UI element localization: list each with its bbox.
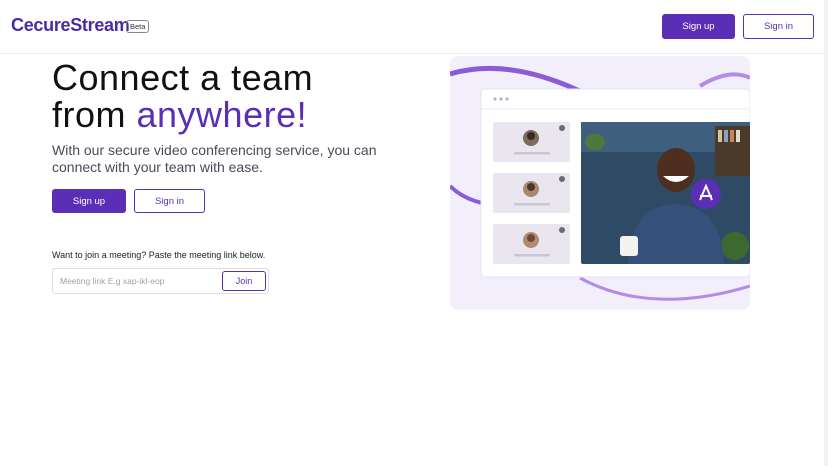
join-button[interactable]: Join <box>222 271 266 291</box>
hero-title-line1: Connect a team <box>52 57 314 98</box>
window-dot-3 <box>505 97 509 101</box>
hero-subtitle: With our secure video conferencing servi… <box>52 142 377 175</box>
coffee-mug <box>620 236 638 256</box>
top-navbar: CecureStream Beta Sign up Sign in <box>0 0 828 54</box>
mic-off-icon <box>559 125 565 131</box>
hero-illustration <box>450 56 750 310</box>
hero-signup-button[interactable]: Sign up <box>52 189 126 213</box>
hero-title-line2: from anywhere! <box>52 94 307 136</box>
person-face <box>657 148 695 192</box>
join-meeting-form: Join <box>52 268 269 294</box>
brand-logo[interactable]: CecureStream <box>11 15 130 36</box>
hero-title-accent: anywhere! <box>136 94 308 135</box>
participant-tile-3 <box>493 224 570 264</box>
join-meeting-label: Want to join a meeting? Paste the meetin… <box>52 250 266 260</box>
main-video-feed <box>581 122 750 264</box>
header-signup-button[interactable]: Sign up <box>662 14 735 39</box>
page-scrollbar[interactable] <box>824 0 828 466</box>
window-dot-2 <box>499 97 503 101</box>
hero-title-prefix: from <box>52 94 137 135</box>
participant-tile-2 <box>493 173 570 213</box>
mic-off-icon <box>559 227 565 233</box>
decor-arc-bottom <box>579 276 750 301</box>
beta-badge: Beta <box>126 20 150 33</box>
hero-signin-button[interactable]: Sign in <box>134 189 205 213</box>
window-dot-1 <box>493 97 497 101</box>
mic-off-icon <box>559 176 565 182</box>
header-signin-button[interactable]: Sign in <box>743 14 814 39</box>
decor-arc-right <box>698 72 750 88</box>
participant-tile-1 <box>493 122 570 162</box>
meeting-link-input[interactable] <box>54 270 219 292</box>
video-call-illustration <box>450 65 750 301</box>
